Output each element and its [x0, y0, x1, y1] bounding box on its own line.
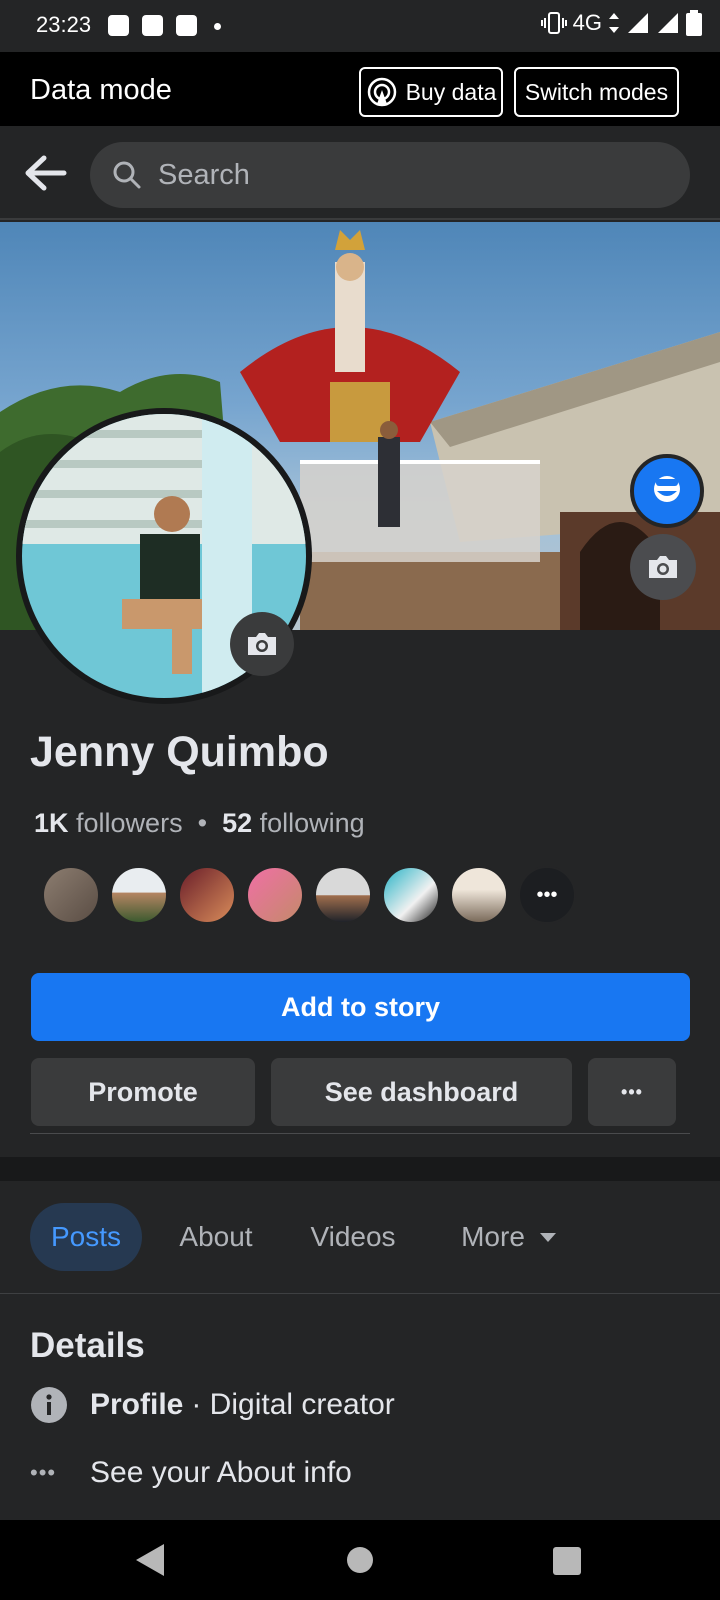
back-nav-icon[interactable]	[134, 1542, 166, 1578]
switch-modes-label: Switch modes	[524, 78, 669, 105]
profile-name: Jenny Quimbo	[30, 728, 329, 776]
network-type: 4G	[572, 10, 602, 35]
search-bar	[0, 126, 720, 220]
followers-count[interactable]: 1K	[34, 808, 69, 838]
cover-camera-button[interactable]	[630, 534, 696, 600]
back-arrow-icon[interactable]	[22, 154, 68, 192]
profile-camera-button[interactable]	[230, 612, 294, 676]
friend-avatar[interactable]	[178, 866, 236, 924]
profile-tabs: Posts About Videos More	[0, 1181, 720, 1294]
more-dots-icon: •••	[30, 1460, 57, 1485]
tab-posts[interactable]: Posts	[30, 1203, 142, 1271]
home-nav-icon[interactable]	[346, 1546, 374, 1574]
following-count[interactable]: 52	[222, 808, 252, 838]
data-mode-bar: Data mode Buy data Switch modes	[0, 52, 720, 126]
more-friends-button[interactable]: •••	[518, 866, 576, 924]
tab-more-label: More	[461, 1221, 525, 1252]
details-heading: Details	[30, 1326, 145, 1365]
data-arrows-icon	[609, 13, 619, 33]
profile-type-label: Profile	[90, 1388, 184, 1421]
recents-nav-icon[interactable]	[552, 1546, 582, 1576]
friend-avatar[interactable]	[110, 866, 168, 924]
following-label[interactable]: following	[260, 808, 365, 838]
camera-icon	[248, 633, 276, 655]
friend-avatar[interactable]	[42, 866, 100, 924]
more-options-button[interactable]: •••	[588, 1058, 676, 1126]
avatar-icon	[654, 476, 680, 502]
switch-modes-button[interactable]: Switch modes	[514, 67, 679, 117]
follow-stats: 1K followers • 52 following	[34, 808, 365, 839]
status-bar: 23:23 4G	[0, 0, 720, 52]
camera-icon	[649, 556, 677, 578]
battery-icon	[686, 10, 702, 36]
add-to-story-button[interactable]: Add to story	[31, 973, 690, 1041]
about-info-link[interactable]: ••• See your About info	[30, 1456, 352, 1490]
search-input[interactable]	[156, 152, 660, 198]
followers-label[interactable]: followers	[76, 808, 183, 838]
tab-about[interactable]: About	[168, 1203, 264, 1271]
status-indicators: 4G	[540, 10, 702, 36]
search-icon	[113, 161, 141, 189]
friend-avatar[interactable]	[450, 866, 508, 924]
section-gap	[0, 1157, 720, 1181]
notification-icon	[176, 15, 197, 36]
notification-icon	[142, 15, 163, 36]
friend-avatar[interactable]	[314, 866, 372, 924]
tab-more[interactable]: More	[444, 1203, 574, 1271]
system-nav-bar	[0, 1520, 720, 1600]
caret-down-icon	[539, 1233, 556, 1242]
signal-icon	[628, 13, 648, 33]
about-info-label: See your About info	[90, 1456, 352, 1489]
profile-category: · Digital creator	[191, 1388, 395, 1421]
detail-profile-row: Profile · Digital creator	[30, 1386, 395, 1424]
search-field[interactable]	[90, 142, 690, 208]
hotspot-icon	[367, 77, 396, 107]
friend-avatar[interactable]	[246, 866, 304, 924]
avatar-button[interactable]	[630, 454, 704, 528]
divider	[30, 1133, 690, 1134]
promote-button[interactable]: Promote	[31, 1058, 255, 1126]
stats-separator: •	[197, 808, 208, 838]
friend-avatar[interactable]	[382, 866, 440, 924]
info-icon	[31, 1387, 67, 1423]
buy-data-button[interactable]: Buy data	[359, 67, 503, 117]
status-time: 23:23	[36, 12, 92, 37]
friends-avatars: •••	[42, 866, 576, 924]
buy-data-label: Buy data	[405, 78, 497, 105]
vibrate-icon	[540, 12, 567, 34]
tab-videos[interactable]: Videos	[296, 1203, 410, 1271]
see-dashboard-button[interactable]: See dashboard	[271, 1058, 572, 1126]
signal-icon	[658, 13, 678, 33]
notification-icon	[108, 15, 129, 36]
more-notifications-icon	[214, 23, 221, 30]
data-mode-title: Data mode	[30, 74, 172, 106]
